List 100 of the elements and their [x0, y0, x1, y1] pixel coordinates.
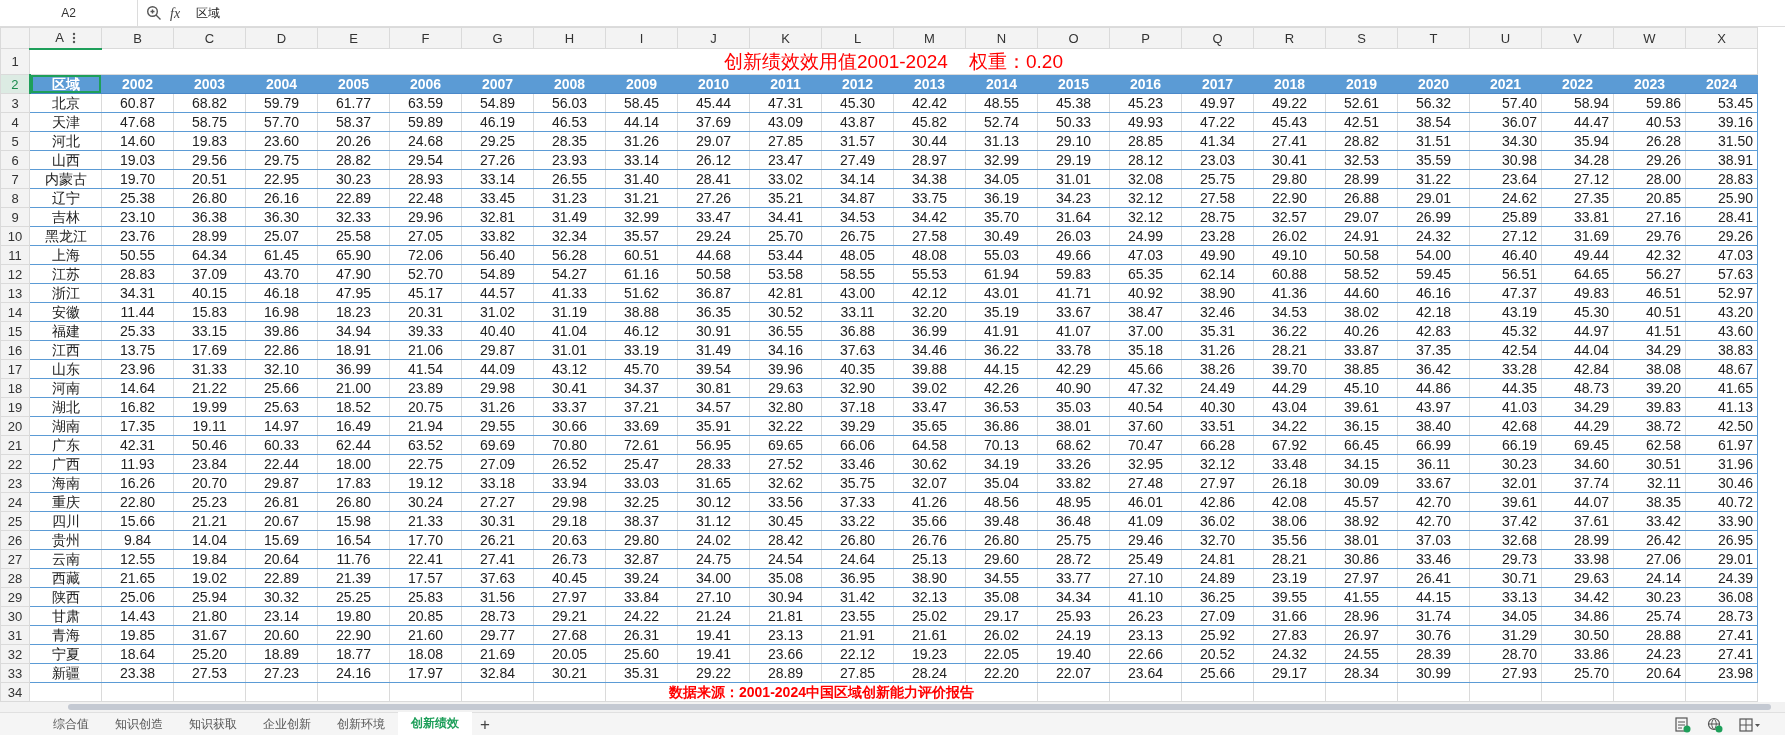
table-cell: 26.21	[461, 530, 534, 550]
table-cell: 49.93	[1109, 112, 1182, 132]
formula-content[interactable]: 区域	[196, 0, 221, 26]
sheet-tab[interactable]: 知识获取	[176, 713, 250, 735]
column-header[interactable]: E	[317, 27, 390, 49]
more-icon[interactable]	[71, 31, 76, 44]
column-header[interactable]: O	[1037, 27, 1110, 49]
function-label[interactable]: fx	[170, 2, 181, 24]
table-cell: 25.70	[749, 226, 822, 246]
table-cell: 33.47	[893, 397, 966, 417]
column-header[interactable]: P	[1109, 27, 1182, 49]
column-header[interactable]: Q	[1181, 27, 1254, 49]
table-cell: 26.73	[533, 549, 606, 569]
sheet-tab[interactable]: 综合值	[40, 713, 102, 735]
table-cell: 43.97	[1397, 397, 1470, 417]
grid-icon[interactable]	[1739, 717, 1761, 732]
sheet-tab[interactable]: 企业创新	[250, 713, 324, 735]
column-header[interactable]: R	[1253, 27, 1326, 49]
table-cell: 32.34	[533, 226, 606, 246]
table-cell: 56.32	[1397, 93, 1470, 113]
table-cell: 49.22	[1253, 93, 1326, 113]
column-header[interactable]: F	[389, 27, 462, 49]
column-header[interactable]: G	[461, 27, 534, 49]
table-cell: 30.21	[533, 663, 606, 683]
table-cell: 40.35	[821, 359, 894, 379]
table-cell: 44.14	[605, 112, 678, 132]
table-cell: 15.66	[101, 511, 174, 531]
table-cell: 25.75	[1181, 169, 1254, 189]
column-header[interactable]: W	[1613, 27, 1686, 49]
table-cell: 23.98	[1685, 663, 1758, 683]
table-cell: 72.06	[389, 245, 462, 265]
table-cell: 20.64	[245, 549, 318, 569]
table-cell: 21.00	[317, 378, 390, 398]
sheet-tab[interactable]: 创新环境	[324, 713, 398, 735]
table-cell: 31.66	[1253, 606, 1326, 626]
table-cell: 45.57	[1325, 492, 1398, 512]
table-cell: 36.22	[1253, 321, 1326, 341]
table-cell: 31.19	[533, 302, 606, 322]
scrollbar-thumb[interactable]	[68, 704, 1771, 710]
table-cell: 29.96	[389, 207, 462, 227]
column-header[interactable]: M	[893, 27, 966, 49]
table-cell: 47.03	[1109, 245, 1182, 265]
table-cell: 38.88	[605, 302, 678, 322]
table-cell: 38.01	[1325, 530, 1398, 550]
column-header[interactable]: K	[749, 27, 822, 49]
table-cell: 42.54	[1469, 340, 1542, 360]
table-cell: 19.23	[893, 644, 966, 664]
column-header[interactable]: B	[101, 27, 174, 49]
table-cell: 36.86	[965, 416, 1038, 436]
table-cell: 33.02	[749, 169, 822, 189]
zoom-icon[interactable]	[146, 5, 162, 21]
column-header[interactable]: V	[1541, 27, 1614, 49]
sheet-tab[interactable]: 知识创造	[102, 713, 176, 735]
table-cell: 63.52	[389, 435, 462, 455]
table-cell: 22.75	[389, 454, 462, 474]
column-header[interactable]: T	[1397, 27, 1470, 49]
table-cell: 27.97	[1181, 473, 1254, 493]
globe-icon[interactable]	[1707, 716, 1723, 733]
row-number[interactable]: 1	[0, 48, 30, 75]
column-header[interactable]: H	[533, 27, 606, 49]
column-header[interactable]: S	[1325, 27, 1398, 49]
table-cell: 70.80	[533, 435, 606, 455]
column-header[interactable]: N	[965, 27, 1038, 49]
table-cell: 31.74	[1397, 606, 1470, 626]
table-cell: 29.46	[1109, 530, 1182, 550]
table-cell: 20.64	[1613, 663, 1686, 683]
table-cell: 61.97	[1685, 435, 1758, 455]
column-header[interactable]: L	[821, 27, 894, 49]
table-cell: 22.80	[101, 492, 174, 512]
table-cell: 15.69	[245, 530, 318, 550]
table-cell: 40.90	[1037, 378, 1110, 398]
table-cell: 29.77	[461, 625, 534, 645]
table-cell: 19.83	[173, 131, 246, 151]
table-cell: 54.89	[461, 93, 534, 113]
table-cell: 海南	[29, 473, 102, 493]
column-header[interactable]: J	[677, 27, 750, 49]
table-cell: 21.39	[317, 568, 390, 588]
table-cell: 36.55	[749, 321, 822, 341]
table-cell: 40.54	[1109, 397, 1182, 417]
column-header[interactable]: X	[1685, 27, 1758, 49]
sheet-status-icon[interactable]	[1675, 716, 1691, 733]
table-cell: 56.51	[1469, 264, 1542, 284]
column-header[interactable]: U	[1469, 27, 1542, 49]
table-cell: 28.35	[533, 131, 606, 151]
column-header[interactable]: I	[605, 27, 678, 49]
table-cell: 62.58	[1613, 435, 1686, 455]
add-sheet-button[interactable]: +	[472, 713, 498, 735]
table-cell: 68.62	[1037, 435, 1110, 455]
table-cell: 27.83	[1253, 625, 1326, 645]
name-box[interactable]: A2	[0, 0, 138, 26]
table-cell: 14.64	[101, 378, 174, 398]
table-cell: 42.84	[1541, 359, 1614, 379]
table-cell: 34.57	[677, 397, 750, 417]
column-header[interactable]: A	[29, 27, 102, 49]
table-cell: 28.93	[389, 169, 462, 189]
table-cell: 64.65	[1541, 264, 1614, 284]
column-header[interactable]: C	[173, 27, 246, 49]
table-cell: 34.53	[1253, 302, 1326, 322]
table-cell: 36.07	[1469, 112, 1542, 132]
column-header[interactable]: D	[245, 27, 318, 49]
